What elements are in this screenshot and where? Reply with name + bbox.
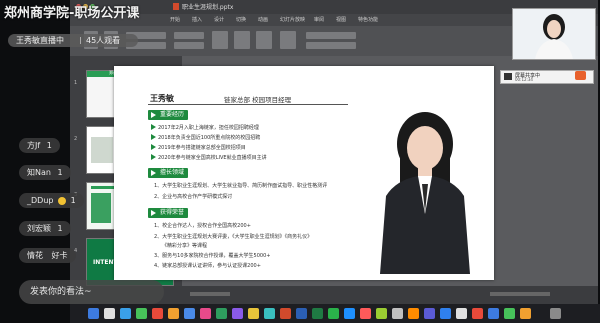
list-item: 2020年参与链家全国高校LIVE就业直播项目主讲 [151, 154, 267, 161]
wechat-icon[interactable] [328, 308, 339, 319]
host-chip[interactable]: 王秀敏直播中 45人观看 [8, 34, 138, 47]
list-item: 4、链家总部授课认证讲师，参与认证授课200+ [154, 263, 261, 269]
section-heading: 重要经历 [148, 110, 189, 120]
slide-person-name: 王秀敏 [150, 94, 174, 103]
app-icon[interactable] [424, 308, 435, 319]
chat-text: 1 [57, 168, 63, 177]
list-item: 2018年负责全国近100所重点院校的校园招聘 [150, 134, 261, 141]
menu-slideshow[interactable]: 幻灯片放映 [280, 16, 305, 23]
ribbon-tool[interactable] [280, 31, 296, 49]
app-icon[interactable] [440, 308, 451, 319]
comment-input[interactable]: 发表你的看法~ [19, 280, 164, 304]
menu-insert[interactable]: 插入 [192, 16, 202, 23]
ribbon-tool[interactable] [256, 31, 272, 49]
app-icon[interactable] [520, 308, 531, 319]
ppt-file-icon [173, 3, 179, 10]
launchpad-icon[interactable] [104, 308, 115, 319]
list-item: 2017年2月入职上海链家，担任校园招聘经理 [151, 124, 259, 131]
menu-review[interactable]: 审阅 [314, 16, 324, 23]
list-item: 2019年参与搭建链家总部全国校招项目 [151, 144, 246, 151]
paragraph-tools[interactable] [174, 42, 204, 49]
menu-animations[interactable]: 动画 [258, 16, 268, 23]
app-icon[interactable] [152, 308, 163, 319]
app-icon[interactable] [360, 308, 371, 319]
app-icon[interactable] [504, 308, 515, 319]
app-icon[interactable] [232, 308, 243, 319]
section-heading: 擅长领域 [148, 168, 189, 178]
chat-text: 1 [57, 224, 63, 233]
current-slide: 王秀敏 链家总部 校园项目经理 重要经历 2017年2月入职上海链家，担任校园招… [114, 66, 494, 280]
chat-user: 方Jf [27, 141, 41, 150]
paragraph-tools[interactable] [174, 32, 204, 39]
list-item: 1、校企合作达人，授权合作全国高校200+ [154, 223, 251, 229]
app-icon[interactable] [472, 308, 483, 319]
zoom-slider[interactable] [490, 292, 550, 296]
menu-features[interactable]: 特色功能 [358, 16, 378, 23]
chat-user: _DDup [27, 196, 54, 205]
app-icon[interactable] [488, 308, 499, 319]
app-icon[interactable] [456, 308, 467, 319]
word-icon[interactable] [296, 308, 307, 319]
host-camera-feed [512, 8, 596, 60]
app-icon[interactable] [184, 308, 195, 319]
chat-message: 方Jf 1 [19, 138, 60, 153]
speaker-portrait [366, 104, 484, 274]
chat-message: 知Nan 1 [19, 165, 71, 180]
share-timer: 00:12:34 [515, 77, 533, 82]
ribbon-tool[interactable] [306, 42, 356, 49]
list-item: 《精彩分享》等课程 [162, 243, 208, 249]
safari-icon[interactable] [120, 308, 131, 319]
chat-user: 知Nan [27, 168, 51, 177]
list-item: 3、服务与10多家院校合作授课，覆盖大学生5000+ [154, 253, 271, 259]
app-icon[interactable] [408, 308, 419, 319]
trash-icon[interactable] [550, 308, 561, 319]
chat-message: 情花 好卡 [19, 248, 76, 263]
app-icon[interactable] [264, 308, 275, 319]
app-icon[interactable] [376, 308, 387, 319]
title-divider [148, 104, 348, 105]
comment-placeholder: 发表你的看法~ [30, 287, 92, 297]
screen-icon [504, 73, 512, 80]
chat-text: 1 [70, 196, 76, 205]
app-icon[interactable] [392, 308, 403, 319]
thumb-number: 1 [74, 80, 78, 86]
host-status: 王秀敏直播中 [16, 36, 64, 45]
taskbar [70, 304, 600, 323]
menu-view[interactable]: 视图 [336, 16, 346, 23]
app-icon[interactable] [248, 308, 259, 319]
live-room-title: 郑州商学院-职场公开课 [4, 6, 140, 21]
app-icon[interactable] [168, 308, 179, 319]
ribbon-tool[interactable] [234, 31, 250, 49]
chat-text: 好卡 [51, 251, 68, 260]
ribbon-tool[interactable] [306, 32, 356, 39]
menu-home[interactable]: 开始 [170, 16, 180, 23]
powerpoint-icon[interactable] [280, 308, 291, 319]
excel-icon[interactable] [312, 308, 323, 319]
chat-icon[interactable] [575, 71, 586, 80]
divider [80, 37, 81, 44]
app-icon[interactable] [216, 308, 227, 319]
chat-user: 刘宏颖 [27, 224, 51, 233]
chat-message: _DDup 1 [19, 193, 84, 208]
ribbon-tool[interactable] [212, 31, 228, 49]
viewer-count: 45人观看 [86, 36, 121, 45]
status-text [190, 292, 230, 296]
chat-message: 刘宏颖 1 [19, 221, 71, 236]
slide-person-role: 链家总部 校园项目经理 [224, 96, 292, 104]
finder-icon[interactable] [88, 308, 99, 319]
list-item: 2、大学生职业生涯规划大赛评委，《大学生职业生涯规划》《商务礼仪》 [154, 234, 313, 240]
messages-icon[interactable] [136, 308, 147, 319]
emoji-icon [58, 196, 67, 205]
section-heading: 获得荣誉 [148, 208, 189, 218]
list-item: 2、企业与高校合作产学研模式探讨 [154, 194, 233, 200]
ppt-filename: 职业生涯规划.pptx [182, 4, 234, 11]
chat-text: 1 [46, 141, 52, 150]
menu-transitions[interactable]: 切换 [236, 16, 246, 23]
thumb-number: 2 [74, 136, 78, 142]
chat-user: 情花 [27, 251, 43, 260]
list-item: 1、大学生职业生涯规划、大学生就业指导、简历制作面试指导、职业性格测评 [154, 183, 328, 189]
app-icon[interactable] [200, 308, 211, 319]
app-icon[interactable] [344, 308, 355, 319]
menu-design[interactable]: 设计 [214, 16, 224, 23]
